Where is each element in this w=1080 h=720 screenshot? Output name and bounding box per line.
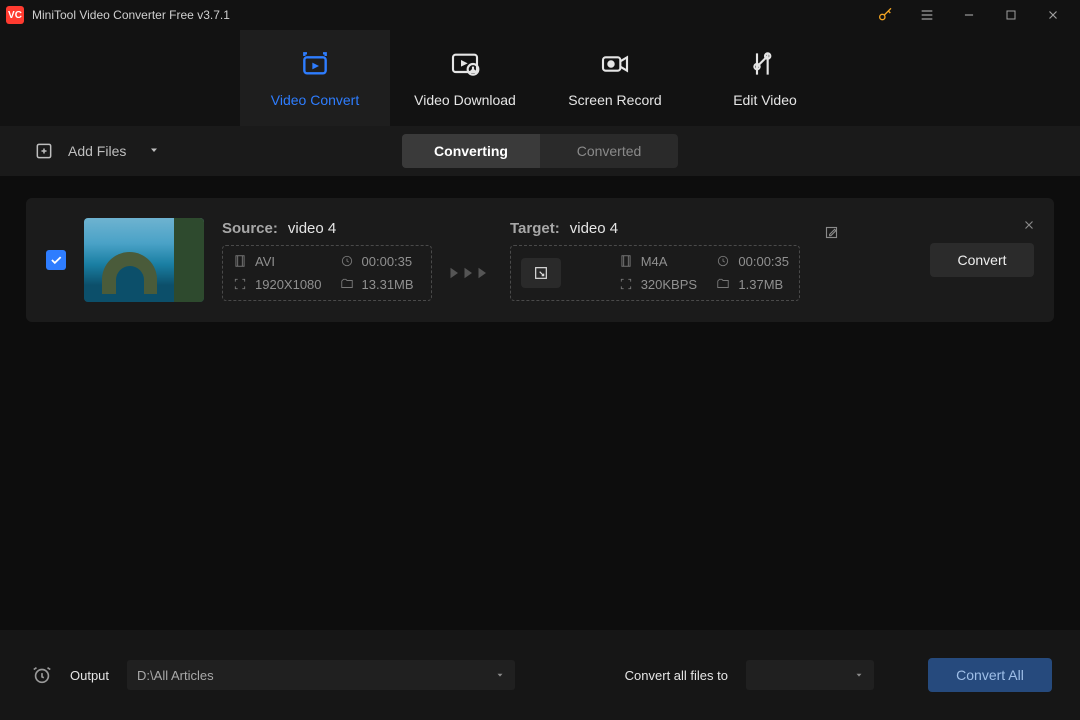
arrows-icon <box>450 238 492 282</box>
chevron-down-icon <box>854 670 864 680</box>
tab-edit-video[interactable]: Edit Video <box>690 30 840 126</box>
edit-target-icon[interactable] <box>824 225 839 245</box>
target-name: video 4 <box>570 220 618 237</box>
toolbar: Add Files Converting Converted <box>0 126 1080 176</box>
tab-label: Screen Record <box>568 92 661 108</box>
tab-label: Edit Video <box>733 92 797 108</box>
chevron-down-icon <box>495 670 505 680</box>
add-files-button[interactable]: Add Files <box>34 141 160 161</box>
output-path: D:\All Articles <box>137 668 214 683</box>
maximize-icon[interactable] <box>990 0 1032 30</box>
target-bitrate: 320KBPS <box>619 277 699 292</box>
target-duration: 00:00:35 <box>716 254 789 269</box>
source-resolution: 1920X1080 <box>233 277 322 292</box>
output-label: Output <box>70 668 109 683</box>
output-path-select[interactable]: D:\All Articles <box>127 660 515 690</box>
title-bar: VC MiniTool Video Converter Free v3.7.1 <box>0 0 1080 30</box>
convert-all-format-select[interactable] <box>746 660 874 690</box>
target-block: Target: video 4 M4A 00:00:35 320KBPS <box>510 220 800 301</box>
close-icon[interactable] <box>1032 0 1074 30</box>
tab-video-download[interactable]: Video Download <box>390 30 540 126</box>
source-filesize: 13.31MB <box>340 277 421 292</box>
convert-button[interactable]: Convert <box>930 243 1034 277</box>
video-thumbnail[interactable] <box>84 218 204 302</box>
convert-all-to-label: Convert all files to <box>625 668 728 683</box>
target-settings-button[interactable] <box>521 258 561 288</box>
menu-icon[interactable] <box>906 0 948 30</box>
tab-video-convert[interactable]: Video Convert <box>240 30 390 126</box>
nav-tabs: Video Convert Video Download Screen Reco… <box>0 30 1080 126</box>
source-duration: 00:00:35 <box>340 254 421 269</box>
add-files-dropdown-icon[interactable] <box>148 143 160 159</box>
source-block: Source: video 4 AVI 00:00:35 1920X1080 <box>222 220 432 301</box>
target-format: M4A <box>619 254 699 269</box>
source-label: Source: <box>222 220 278 237</box>
add-file-icon <box>34 141 54 161</box>
source-format: AVI <box>233 254 322 269</box>
item-checkbox[interactable] <box>46 250 66 270</box>
source-name: video 4 <box>288 220 336 237</box>
tab-screen-record[interactable]: Screen Record <box>540 30 690 126</box>
content-area: Source: video 4 AVI 00:00:35 1920X1080 <box>0 176 1080 344</box>
seg-converting[interactable]: Converting <box>402 134 540 168</box>
key-icon[interactable] <box>864 0 906 30</box>
add-files-label: Add Files <box>68 143 126 159</box>
conversion-item: Source: video 4 AVI 00:00:35 1920X1080 <box>26 198 1054 322</box>
target-label: Target: <box>510 220 560 237</box>
minimize-icon[interactable] <box>948 0 990 30</box>
schedule-icon[interactable] <box>28 661 56 689</box>
app-logo: VC <box>6 6 24 24</box>
footer: Output D:\All Articles Convert all files… <box>0 630 1080 720</box>
convert-all-button[interactable]: Convert All <box>928 658 1052 692</box>
app-title: MiniTool Video Converter Free v3.7.1 <box>32 8 864 22</box>
remove-item-icon[interactable] <box>1022 218 1036 237</box>
tab-label: Video Download <box>414 92 516 108</box>
status-segmented: Converting Converted <box>402 134 678 168</box>
seg-converted[interactable]: Converted <box>540 134 678 168</box>
target-filesize: 1.37MB <box>716 277 789 292</box>
tab-label: Video Convert <box>271 92 359 108</box>
